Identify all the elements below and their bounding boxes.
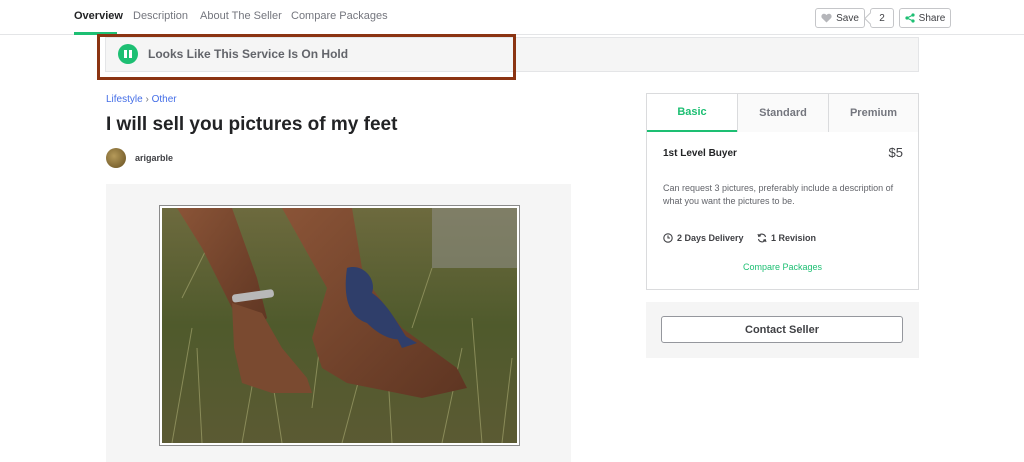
tab-overview[interactable]: Overview bbox=[74, 10, 123, 22]
top-nav: Overview Description About The Seller Co… bbox=[0, 0, 1024, 35]
feet-on-grass-photo bbox=[162, 208, 517, 444]
revisions-label: 1 Revision bbox=[771, 233, 817, 243]
tab-about-the-seller[interactable]: About The Seller bbox=[200, 10, 282, 22]
save-button[interactable]: Save bbox=[815, 8, 865, 28]
package-tab-standard[interactable]: Standard bbox=[737, 94, 828, 132]
package-price: $5 bbox=[888, 145, 903, 160]
heart-icon bbox=[821, 13, 832, 23]
tab-description[interactable]: Description bbox=[133, 10, 188, 22]
compare-packages-link[interactable]: Compare Packages bbox=[647, 262, 918, 272]
share-button[interactable]: Share bbox=[899, 8, 951, 28]
breadcrumb-separator: › bbox=[145, 94, 149, 105]
refresh-icon bbox=[757, 233, 767, 243]
save-label: Save bbox=[836, 12, 859, 24]
seller-avatar[interactable] bbox=[106, 148, 126, 168]
package-tab-premium[interactable]: Premium bbox=[828, 94, 918, 132]
share-label: Share bbox=[918, 12, 946, 24]
share-icon bbox=[905, 13, 915, 23]
package-description: Can request 3 pictures, preferably inclu… bbox=[663, 183, 894, 206]
breadcrumb-category-link[interactable]: Lifestyle bbox=[106, 94, 143, 105]
tab-compare-packages[interactable]: Compare Packages bbox=[291, 10, 388, 22]
package-card: Basic Standard Premium 1st Level Buyer $… bbox=[646, 93, 919, 290]
revisions: 1 Revision bbox=[757, 233, 816, 243]
contact-seller-button[interactable]: Contact Seller bbox=[661, 316, 903, 343]
delivery-label: 2 Days Delivery bbox=[677, 233, 744, 243]
clock-icon bbox=[663, 233, 673, 243]
package-name: 1st Level Buyer bbox=[663, 148, 737, 159]
breadcrumb: Lifestyle › Other bbox=[106, 94, 177, 105]
breadcrumb-subcategory-link[interactable]: Other bbox=[152, 94, 177, 105]
package-tabs: Basic Standard Premium bbox=[647, 94, 918, 132]
seller-name-link[interactable]: arigarble bbox=[135, 153, 173, 163]
package-tab-basic[interactable]: Basic bbox=[647, 94, 737, 132]
save-count-badge: 2 bbox=[870, 8, 894, 28]
gig-title: I will sell you pictures of my feet bbox=[106, 114, 398, 135]
gig-photo[interactable] bbox=[159, 205, 520, 446]
delivery-time: 2 Days Delivery bbox=[663, 233, 744, 243]
annotation-highlight-box bbox=[97, 34, 516, 80]
